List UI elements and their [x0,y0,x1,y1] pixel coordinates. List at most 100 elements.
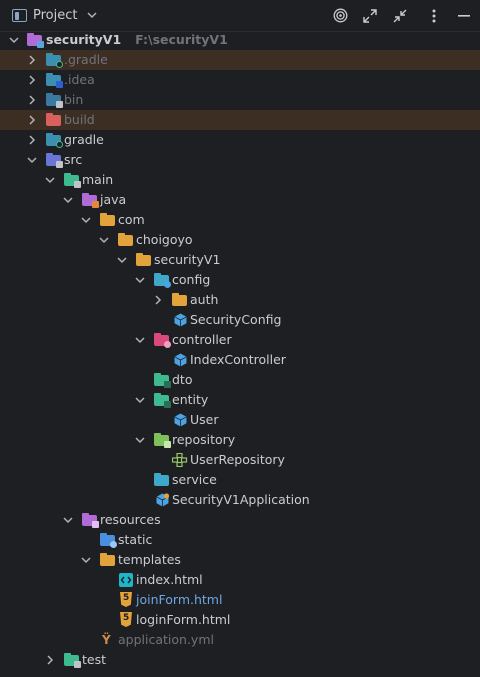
chevron-down-icon[interactable] [135,275,145,285]
tree-node-com[interactable]: com [0,210,480,230]
node-label: dto [172,372,193,387]
folder-icon [100,552,116,568]
node-label: SecurityV1Application [172,492,310,507]
chevron-down-icon[interactable] [135,435,145,445]
test-folder-icon [64,652,81,668]
tree-node-gradle-hidden[interactable]: .gradle [0,50,480,70]
node-label: templates [118,552,181,567]
tree-node-login-form[interactable]: 5 loginForm.html [0,610,480,630]
node-label: build [64,112,95,127]
tree-node-service[interactable]: service [0,470,480,490]
tree-node-config[interactable]: config [0,270,480,290]
tree-node-controller[interactable]: controller [0,330,480,350]
java-folder-icon [82,192,99,208]
tree-node-join-form[interactable]: 5 joinForm.html [0,590,480,610]
project-title[interactable]: Project [33,8,77,23]
node-label: controller [172,332,232,347]
folder-icon [46,92,63,108]
tree-node-user[interactable]: User [0,410,480,430]
node-label: application.yml [118,632,214,647]
target-icon[interactable] [332,8,348,24]
chevron-right-icon[interactable] [27,95,37,105]
tree-node-repository[interactable]: repository [0,430,480,450]
service-folder-icon [154,472,170,488]
tree-node-choigoyo[interactable]: choigoyo [0,230,480,250]
chevron-down-icon[interactable] [135,335,145,345]
folder-icon [46,72,63,88]
node-label: test [82,652,107,667]
chevron-down-icon[interactable] [9,35,19,45]
chevron-right-icon[interactable] [153,295,163,305]
chevron-right-icon[interactable] [27,135,37,145]
tree-node-templates[interactable]: templates [0,550,480,570]
node-label: auth [190,292,219,307]
expand-icon[interactable] [362,8,378,24]
tree-node-src[interactable]: src [0,150,480,170]
node-label: securityV1 [154,252,221,267]
tree-node-security-package[interactable]: securityV1 [0,250,480,270]
tree-node-application-yml[interactable]: Ÿ application.yml [0,630,480,650]
tree-node-index-html[interactable]: index.html [0,570,480,590]
chevron-down-icon[interactable] [81,215,91,225]
tree-node-application[interactable]: SecurityV1Application [0,490,480,510]
folder-icon [46,52,63,68]
class-icon [172,412,188,428]
tree-node-user-repository[interactable]: UserRepository [0,450,480,470]
html-file-icon [118,572,134,588]
chevron-down-icon[interactable] [99,235,109,245]
node-label: src [64,152,83,167]
chevron-right-icon[interactable] [27,115,37,125]
chevron-down-icon[interactable] [117,255,127,265]
tree-node-auth[interactable]: auth [0,290,480,310]
node-label: bin [64,92,84,107]
chevron-down-icon[interactable] [87,9,98,22]
chevron-down-icon[interactable] [63,515,73,525]
chevron-down-icon[interactable] [63,195,73,205]
tree-node-dto[interactable]: dto [0,370,480,390]
chevron-right-icon[interactable] [45,655,55,665]
tree-node-idea[interactable]: .idea [0,70,480,90]
package-folder-icon [136,252,152,268]
web-folder-icon [100,532,117,548]
node-label: SecurityConfig [190,312,282,327]
node-label: loginForm.html [136,612,231,627]
node-label: com [118,212,145,227]
tree-node-resources[interactable]: resources [0,510,480,530]
tree-node-main[interactable]: main [0,170,480,190]
node-label: entity [172,392,209,407]
node-label: joinForm.html [136,592,223,607]
chevron-right-icon[interactable] [27,75,37,85]
folder-icon [46,112,62,128]
repository-interface-icon [172,452,188,468]
tree-node-static[interactable]: static [0,530,480,550]
tree-node-bin[interactable]: bin [0,90,480,110]
node-label: config [172,272,211,287]
source-root-icon [64,172,81,188]
more-icon[interactable] [426,8,442,24]
node-label: .gradle [64,52,108,67]
tree-node-entity[interactable]: entity [0,390,480,410]
chevron-down-icon[interactable] [27,155,37,165]
package-folder-icon [172,292,188,308]
class-icon [172,312,188,328]
tree-node-build[interactable]: build [0,110,480,130]
root-path: F:\securityV1 [135,32,228,47]
node-label: repository [172,432,236,447]
minimize-icon[interactable] [456,8,472,24]
module-folder-icon [27,32,44,48]
tree-node-security-config[interactable]: SecurityConfig [0,310,480,330]
chevron-down-icon[interactable] [45,175,55,185]
chevron-down-icon[interactable] [81,555,91,565]
tree-node-root[interactable]: securityV1 F:\securityV1 [0,30,480,50]
chevron-down-icon[interactable] [135,395,145,405]
package-folder-icon [118,232,134,248]
application-class-icon [154,492,170,508]
tree-node-test[interactable]: test [0,650,480,670]
node-label: gradle [64,132,104,147]
collapse-icon[interactable] [392,8,408,24]
tree-node-java[interactable]: java [0,190,480,210]
package-folder-icon [100,212,116,228]
chevron-right-icon[interactable] [27,55,37,65]
tree-node-index-controller[interactable]: IndexController [0,350,480,370]
tree-node-gradle[interactable]: gradle [0,130,480,150]
